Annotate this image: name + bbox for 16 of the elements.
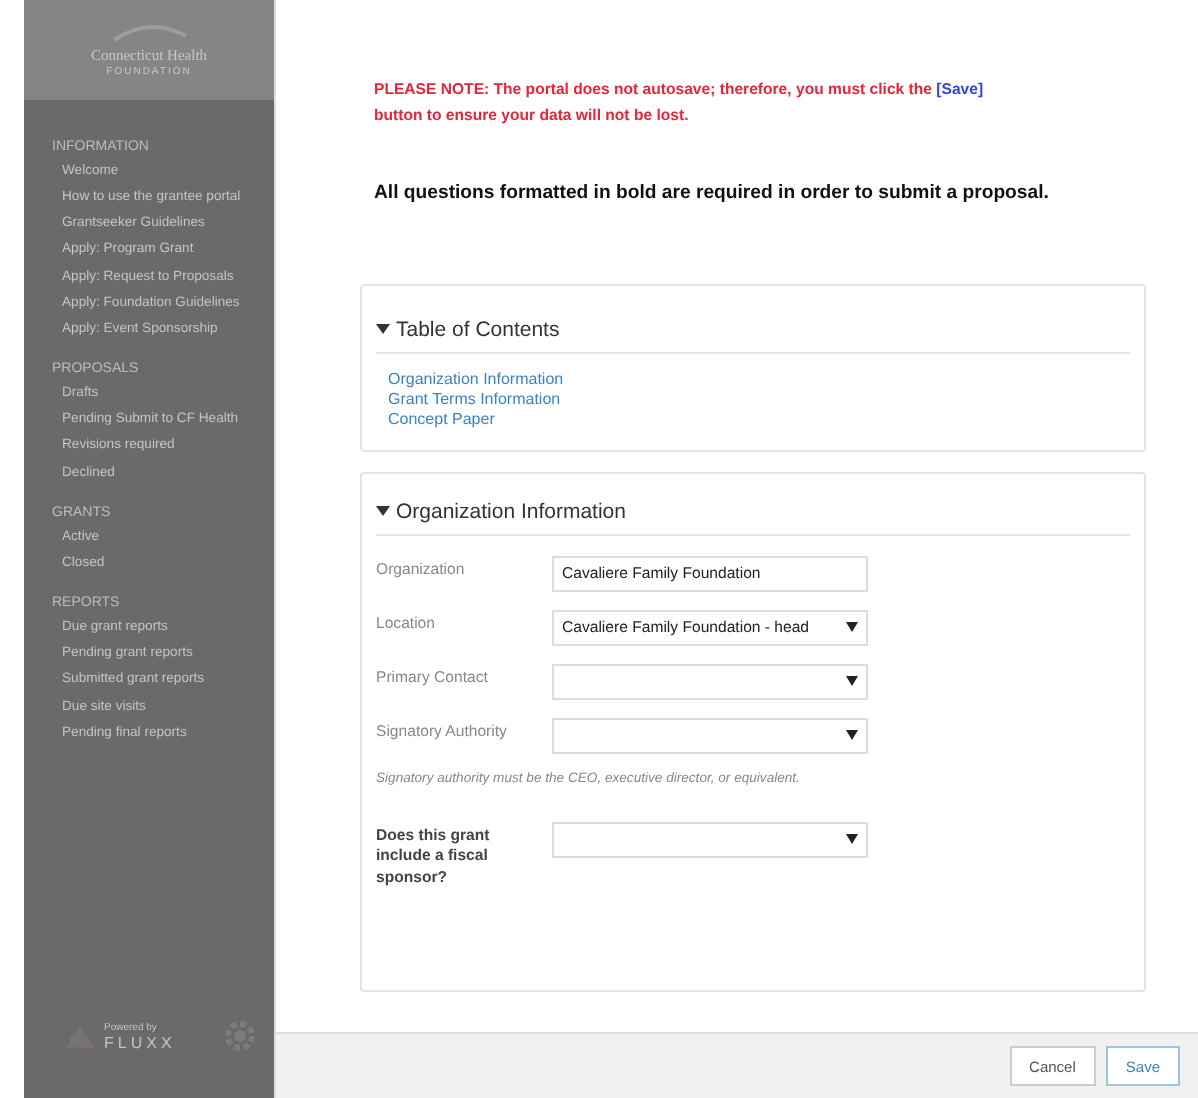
brand-name: FLUXX xyxy=(104,1033,176,1051)
dropdown-arrow-icon[interactable] xyxy=(846,834,858,844)
select-field[interactable] xyxy=(552,717,868,753)
card-title: Organization Information xyxy=(396,499,626,523)
toc-link[interactable]: Grant Terms Information xyxy=(388,389,561,409)
toc-link[interactable]: Concept Paper xyxy=(388,409,495,429)
select-field[interactable] xyxy=(552,663,868,699)
caret-icon[interactable] xyxy=(376,504,390,518)
dropdown-arrow-icon[interactable] xyxy=(846,730,858,740)
caret-icon[interactable] xyxy=(376,322,390,336)
dropdown-arrow-icon[interactable] xyxy=(846,622,858,632)
select-field[interactable] xyxy=(552,821,868,857)
dropdown-arrow-icon[interactable] xyxy=(846,676,858,686)
toc-link[interactable]: Organization Information xyxy=(388,369,564,389)
card-title: Table of Contents xyxy=(396,317,560,341)
required-note: All questions formatted in bold are required in order to submit a proposal. xyxy=(374,181,1051,203)
